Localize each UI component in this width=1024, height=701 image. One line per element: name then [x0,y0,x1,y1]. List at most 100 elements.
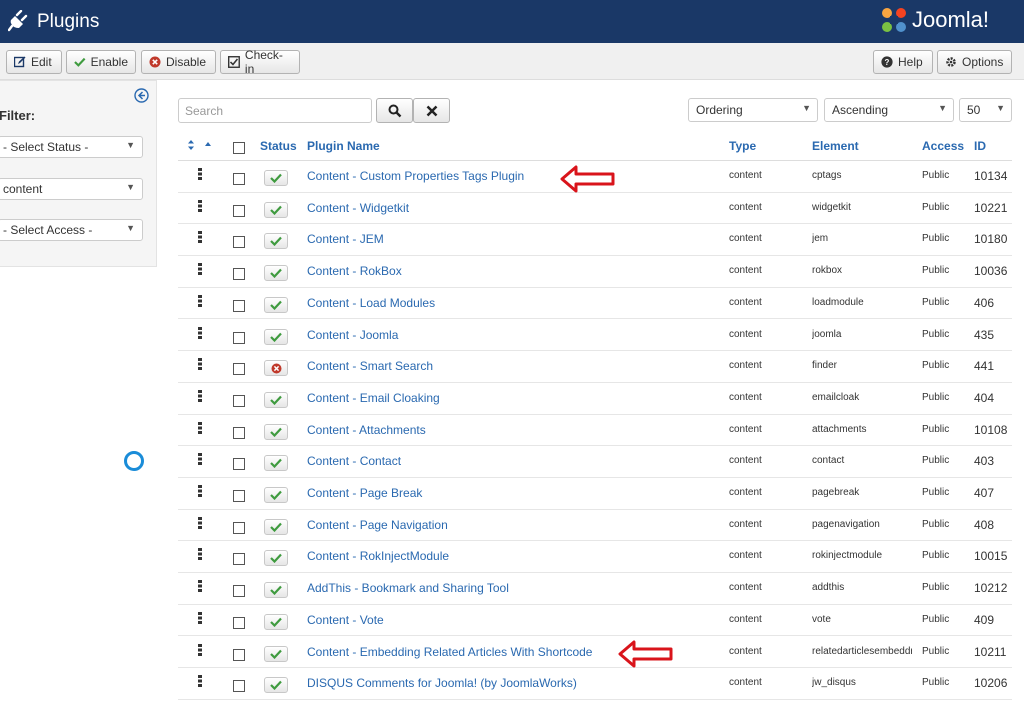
table-row: Content - Embedding Related Articles Wit… [178,637,1012,669]
plugin-name-link[interactable]: Content - Contact [307,454,401,468]
row-checkbox[interactable] [233,616,245,629]
limit-select[interactable]: 50 ▼ [959,98,1012,122]
plugin-name-link[interactable]: Content - RokInjectModule [307,549,449,563]
drag-handle-icon[interactable] [198,643,202,656]
plugin-name-link[interactable]: AddThis - Bookmark and Sharing Tool [307,581,509,595]
edit-button[interactable]: Edit [6,50,62,74]
status-toggle-button[interactable] [264,613,288,630]
disable-button[interactable]: Disable [141,50,216,74]
status-toggle-button[interactable] [264,296,288,313]
drag-handle-icon[interactable] [198,453,202,466]
row-checkbox[interactable] [233,236,245,249]
row-checkbox[interactable] [233,299,245,312]
plugin-name-link[interactable]: Content - Page Navigation [307,518,448,532]
status-toggle-button[interactable] [264,170,288,186]
row-checkbox[interactable] [233,553,245,566]
plugin-name-link[interactable]: Content - Email Cloaking [307,391,440,405]
drag-handle-icon[interactable] [198,326,202,339]
plugin-name-link[interactable]: Content - Custom Properties Tags Plugin [307,169,524,183]
column-header-status[interactable]: Status [260,139,297,153]
status-toggle-button[interactable] [264,391,288,408]
plugin-access: Public [922,582,950,594]
status-toggle-button[interactable] [264,265,288,282]
row-checkbox[interactable] [233,426,245,439]
clear-search-button[interactable] [413,98,450,123]
plugin-name-link[interactable]: Content - RokBox [307,264,402,278]
access-filter-select[interactable]: - Select Access - ▼ [0,219,143,241]
status-toggle-button[interactable] [264,550,288,567]
row-checkbox[interactable] [233,394,245,407]
drag-handle-icon[interactable] [198,231,202,244]
column-header-plugin-name[interactable]: Plugin Name [307,139,380,153]
status-toggle-button[interactable] [264,328,288,345]
row-checkbox[interactable] [233,268,245,281]
row-checkbox[interactable] [233,648,245,661]
status-toggle-button[interactable] [264,233,288,250]
plugin-name-link[interactable]: Content - Vote [307,613,384,627]
plugin-name-link[interactable]: Content - Smart Search [307,359,433,373]
row-checkbox[interactable] [233,331,245,344]
status-filter-select[interactable]: - Select Status - ▼ [0,136,143,158]
column-header-type[interactable]: Type [729,139,756,153]
plugin-name-link[interactable]: Content - Page Break [307,486,422,500]
drag-handle-icon[interactable] [198,580,202,593]
status-toggle-button[interactable] [264,582,288,599]
status-toggle-button[interactable] [264,518,288,535]
checkmark-icon [270,205,282,215]
drag-handle-icon[interactable] [198,168,202,180]
drag-handle-icon[interactable] [198,389,202,402]
drag-handle-icon[interactable] [198,611,202,624]
status-toggle-button[interactable] [264,487,288,503]
sort-ordering-icon[interactable] [188,140,214,150]
plugin-name-link[interactable]: Content - Embedding Related Articles Wit… [307,645,592,659]
column-header-id[interactable]: ID [974,139,986,153]
checkin-button[interactable]: Check-in [220,48,300,76]
row-checkbox[interactable] [233,204,245,217]
select-all-checkbox[interactable] [233,142,245,154]
enable-button[interactable]: Enable [66,50,136,74]
row-checkbox[interactable] [233,458,245,471]
drag-handle-icon[interactable] [198,516,202,529]
column-header-access[interactable]: Access [922,139,964,153]
plugin-name-link[interactable]: Content - Load Modules [307,296,435,310]
plugin-name-link[interactable]: Content - JEM [307,232,384,246]
row-checkbox[interactable] [233,585,245,598]
plugin-access: Public [922,296,950,308]
plugin-name-link[interactable]: DISQUS Comments for Joomla! (by JoomlaWo… [307,676,577,690]
drag-handle-icon[interactable] [198,675,202,688]
row-checkbox[interactable] [233,490,245,502]
search-button[interactable] [376,98,413,123]
plugin-id: 441 [974,359,995,374]
row-checkbox[interactable] [233,521,245,534]
status-toggle-button[interactable] [264,455,288,472]
status-toggle-button[interactable] [264,677,288,694]
row-checkbox[interactable] [233,363,245,376]
column-header-element[interactable]: Element [812,139,859,153]
status-toggle-button[interactable] [264,201,288,218]
plugin-id: 10015 [974,549,1008,564]
options-button[interactable]: Options [937,50,1012,74]
drag-handle-icon[interactable] [198,294,202,307]
row-checkbox[interactable] [233,173,245,185]
plugin-element: relatedarticlesembeddr [812,645,912,657]
drag-handle-icon[interactable] [198,199,202,212]
drag-handle-icon[interactable] [198,421,202,434]
collapse-sidebar-icon[interactable] [134,88,149,103]
plugin-name-link[interactable]: Content - Attachments [307,423,426,437]
status-toggle-button[interactable] [264,645,288,662]
drag-handle-icon[interactable] [198,358,202,371]
drag-handle-icon[interactable] [198,485,202,497]
type-filter-select[interactable]: content ▼ [0,178,143,200]
search-input[interactable]: Search [178,98,372,123]
help-button[interactable]: ? Help [873,50,933,74]
plugin-name-link[interactable]: Content - Widgetkit [307,201,409,215]
row-checkbox[interactable] [233,680,245,693]
joomla-logo[interactable]: Joomla! [880,5,1020,37]
direction-select[interactable]: Ascending ▼ [824,98,954,122]
drag-handle-icon[interactable] [198,548,202,561]
status-toggle-button[interactable] [264,360,288,377]
plugin-name-link[interactable]: Content - Joomla [307,328,398,342]
status-toggle-button[interactable] [264,423,288,440]
ordering-select[interactable]: Ordering ▼ [688,98,818,122]
drag-handle-icon[interactable] [198,263,202,276]
